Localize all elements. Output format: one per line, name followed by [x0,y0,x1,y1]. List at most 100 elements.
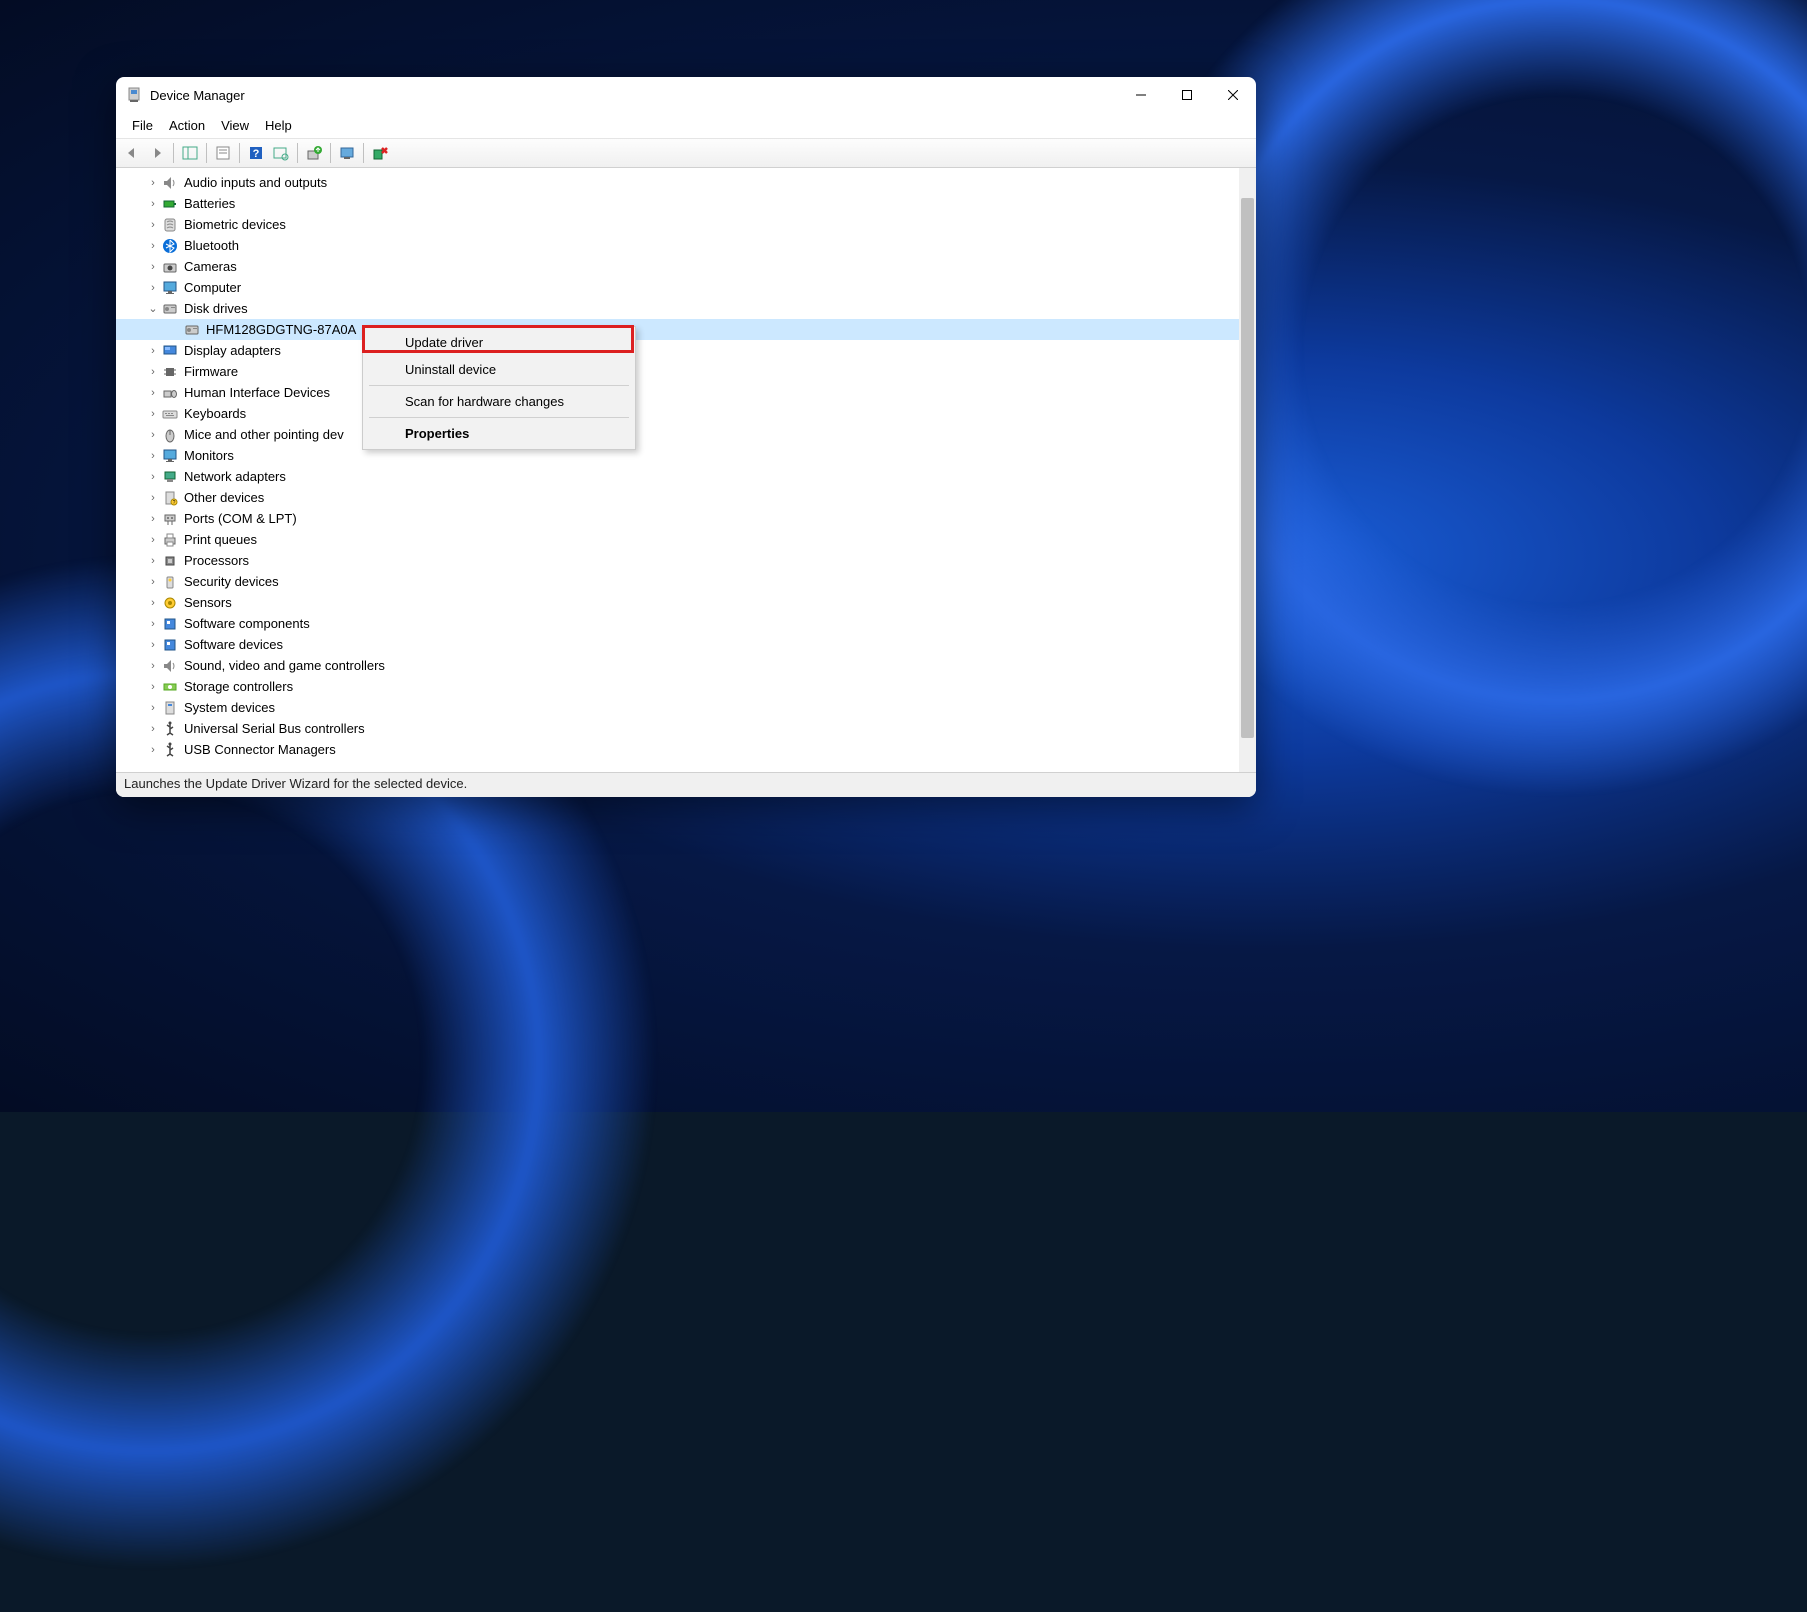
chevron-icon[interactable]: › [146,660,160,672]
chevron-icon[interactable]: › [146,471,160,483]
chevron-icon[interactable]: › [146,429,160,441]
tree-category[interactable]: ›Universal Serial Bus controllers [116,718,1256,739]
menu-help[interactable]: Help [257,116,300,135]
tree-category[interactable]: ›Bluetooth [116,235,1256,256]
chevron-icon[interactable]: ⌄ [146,302,160,315]
chevron-icon[interactable]: › [146,702,160,714]
tree-category[interactable]: ›Software devices [116,634,1256,655]
printer-icon [162,532,178,548]
hid-icon [162,385,178,401]
port-icon [162,511,178,527]
context-menu-item[interactable]: Update driver [365,329,633,356]
chevron-icon[interactable]: › [146,639,160,651]
tree-device[interactable]: HFM128GDGTNG-87A0A [116,319,1256,340]
chevron-icon[interactable]: › [146,366,160,378]
update-driver-button[interactable] [302,141,326,165]
tree-category[interactable]: ›Software components [116,613,1256,634]
chevron-icon[interactable]: › [146,282,160,294]
tree-label: Cameras [184,259,237,274]
tree-category[interactable]: ›Ports (COM & LPT) [116,508,1256,529]
context-menu-item[interactable]: Scan for hardware changes [365,388,633,415]
device-tree[interactable]: › Audio inputs and outputs › Batteries ›Biom… [116,168,1256,772]
chevron-icon[interactable]: › [146,513,160,525]
chevron-icon[interactable]: › [146,219,160,231]
security-icon [162,574,178,590]
tree-category[interactable]: ›?Other devices [116,487,1256,508]
chevron-icon[interactable]: › [146,576,160,588]
network-icon [162,469,178,485]
chevron-icon[interactable]: › [146,177,160,189]
chevron-icon[interactable]: › [146,618,160,630]
tree-category[interactable]: ›Network adapters [116,466,1256,487]
chevron-icon[interactable]: › [146,744,160,756]
tree-label: Human Interface Devices [184,385,330,400]
tree-category[interactable]: ›Firmware [116,361,1256,382]
titlebar[interactable]: Device Manager [116,77,1256,113]
enable-device-button[interactable] [335,141,359,165]
tree-category[interactable]: › Cameras [116,256,1256,277]
scrollbar-thumb[interactable] [1241,198,1254,738]
help-button[interactable]: ? [244,141,268,165]
chevron-icon[interactable]: › [146,450,160,462]
show-hide-tree-button[interactable] [178,141,202,165]
device-manager-window: Device Manager File Action View Help ? ›… [116,77,1256,797]
chevron-icon[interactable]: › [146,345,160,357]
close-button[interactable] [1210,77,1256,113]
tree-category[interactable]: ›Sensors [116,592,1256,613]
tree-category[interactable]: ›Keyboards [116,403,1256,424]
software-icon [162,637,178,653]
uninstall-device-button[interactable] [368,141,392,165]
scrollbar[interactable] [1239,168,1256,772]
tree-category[interactable]: › Batteries [116,193,1256,214]
tree-category[interactable]: › Human Interface Devices [116,382,1256,403]
forward-button[interactable] [145,141,169,165]
minimize-button[interactable] [1118,77,1164,113]
tree-category[interactable]: › Display adapters [116,340,1256,361]
system-icon [162,700,178,716]
monitor-icon [162,448,178,464]
maximize-button[interactable] [1164,77,1210,113]
chevron-icon[interactable]: › [146,492,160,504]
tree-label: Audio inputs and outputs [184,175,327,190]
chevron-icon[interactable]: › [146,723,160,735]
chevron-icon[interactable]: › [146,198,160,210]
chevron-icon[interactable]: › [146,387,160,399]
chevron-icon[interactable]: › [146,408,160,420]
tree-category[interactable]: ›Mice and other pointing dev [116,424,1256,445]
context-menu-item[interactable]: Properties [365,420,633,447]
chevron-icon[interactable]: › [146,597,160,609]
tree-label: Batteries [184,196,235,211]
tree-category[interactable]: ›USB Connector Managers [116,739,1256,760]
tree-category[interactable]: ›Processors [116,550,1256,571]
back-button[interactable] [120,141,144,165]
tree-category[interactable]: › Audio inputs and outputs [116,172,1256,193]
tree-category[interactable]: ›Security devices [116,571,1256,592]
tree-category[interactable]: ›Computer [116,277,1256,298]
scan-hardware-button[interactable] [269,141,293,165]
chevron-icon[interactable]: › [146,555,160,567]
camera-icon [162,259,178,275]
monitor-icon [162,280,178,296]
chevron-icon[interactable]: › [146,534,160,546]
context-menu-item[interactable]: Uninstall device [365,356,633,383]
properties-button[interactable] [211,141,235,165]
menu-file[interactable]: File [124,116,161,135]
tree-category[interactable]: ›Storage controllers [116,676,1256,697]
tree-label: Print queues [184,532,257,547]
chevron-icon[interactable]: › [146,261,160,273]
tree-category[interactable]: ›Biometric devices [116,214,1256,235]
chevron-icon[interactable]: › [146,240,160,252]
tree-label: Monitors [184,448,234,463]
menu-action[interactable]: Action [161,116,213,135]
tree-category[interactable]: › Print queues [116,529,1256,550]
software-icon [162,616,178,632]
tree-category[interactable]: › Monitors [116,445,1256,466]
chip-icon [162,364,178,380]
chevron-icon[interactable]: › [146,681,160,693]
tree-category[interactable]: ›Sound, video and game controllers [116,655,1256,676]
tree-category[interactable]: ›System devices [116,697,1256,718]
tree-category[interactable]: ⌄Disk drives [116,298,1256,319]
menu-view[interactable]: View [213,116,257,135]
svg-text:?: ? [253,148,260,160]
tree-label: Display adapters [184,343,281,358]
